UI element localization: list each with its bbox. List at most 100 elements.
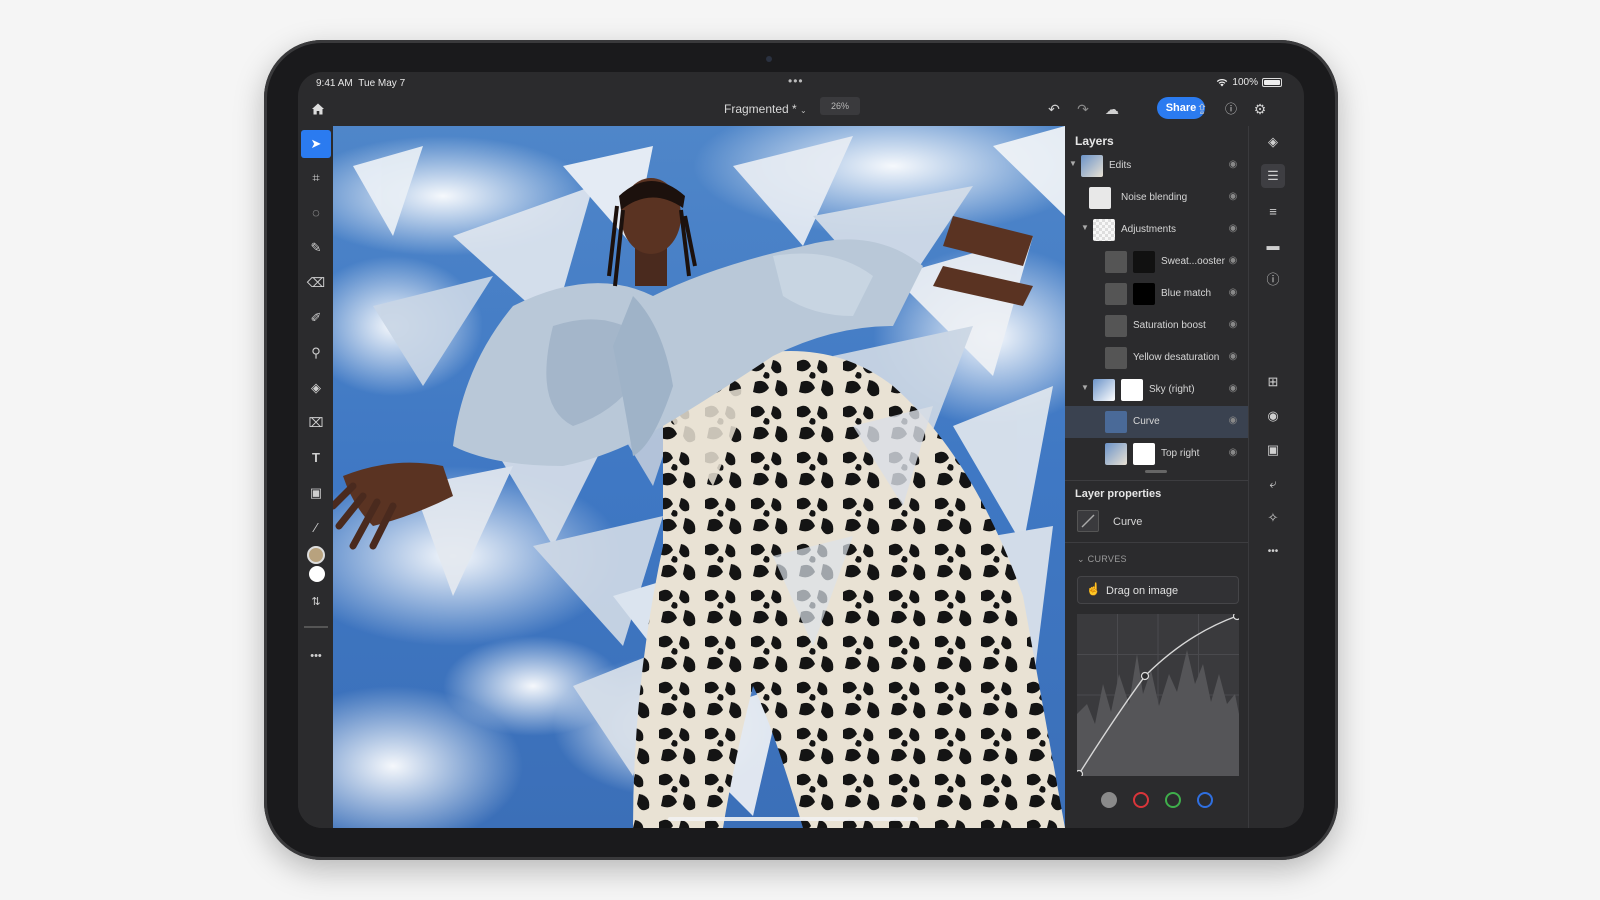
chevron-down-icon[interactable]: ▼ bbox=[1081, 383, 1089, 392]
foreground-color-swatch[interactable] bbox=[307, 546, 325, 564]
eye-icon[interactable]: ◉ bbox=[1226, 222, 1240, 236]
layer-label: Top right bbox=[1161, 448, 1200, 459]
move-tool-icon[interactable]: ➤ bbox=[301, 130, 331, 158]
layer-row-sky-right[interactable]: ▼ Sky (right) ◉ bbox=[1065, 374, 1248, 406]
layer-row-noise-blending[interactable]: Noise blending ◉ bbox=[1065, 182, 1248, 214]
layer-row-curve[interactable]: Curve ◉ bbox=[1065, 406, 1248, 438]
channel-blue-button[interactable] bbox=[1197, 792, 1213, 808]
eye-icon[interactable]: ◉ bbox=[1226, 254, 1240, 268]
undo-icon[interactable]: ↶ bbox=[1043, 98, 1065, 120]
section-divider bbox=[1065, 480, 1248, 481]
brush-tool-icon[interactable]: ✎ bbox=[301, 234, 331, 262]
export-icon[interactable]: ⇪ bbox=[1191, 98, 1213, 120]
clone-stamp-tool-icon[interactable]: ⚲ bbox=[301, 339, 331, 367]
layer-row-adjustments[interactable]: ▼ Adjustments ◉ bbox=[1065, 214, 1248, 246]
targeted-adjustment-icon: ☝ bbox=[1086, 582, 1101, 596]
screen: 9:41 AM Tue May 7 ••• 100% Fragmented * … bbox=[298, 72, 1304, 828]
layer-style-icon[interactable]: ✧ bbox=[1261, 506, 1285, 530]
layer-label: Saturation boost bbox=[1133, 320, 1206, 331]
top-bar: Fragmented * ⌄ 26% ↶ ↷ ☁ Share ⇪ ⓘ ⚙ bbox=[298, 92, 1304, 126]
add-layer-icon[interactable]: ⊞ bbox=[1261, 370, 1285, 394]
zoom-level[interactable]: 26% bbox=[820, 97, 860, 115]
eye-icon[interactable]: ◉ bbox=[1226, 158, 1240, 172]
layers-panel-icon[interactable]: ☰ bbox=[1261, 164, 1285, 188]
right-rail: ◈ ☰ ≡ ▬ ⓘ ⊞ ◉ ▣ ⤶ ✧ ••• bbox=[1248, 126, 1304, 828]
layer-label: Yellow desaturation bbox=[1133, 352, 1220, 363]
eye-icon[interactable]: ◉ bbox=[1226, 382, 1240, 396]
adjustments-sliders-icon[interactable]: ≡ bbox=[1261, 200, 1285, 224]
info-icon[interactable]: ⓘ bbox=[1261, 268, 1285, 292]
curves-graph[interactable] bbox=[1077, 614, 1239, 776]
panel-resize-handle[interactable] bbox=[1145, 470, 1167, 473]
document-title-menu[interactable]: Fragmented * ⌄ bbox=[724, 102, 807, 116]
tools-sidebar: ➤ ⌗ ◌ ✎ ⌫ ✐ ⚲ ◈ ⌧ T ▣ ⁄ ⇅ ••• bbox=[298, 126, 333, 828]
section-divider bbox=[1065, 542, 1248, 543]
layer-row-top-right[interactable]: Top right ◉ bbox=[1065, 438, 1248, 470]
swap-colors-icon[interactable]: ⇅ bbox=[301, 588, 331, 616]
chevron-down-icon[interactable]: ▼ bbox=[1069, 159, 1077, 168]
mask-icon[interactable]: ▣ bbox=[1261, 438, 1285, 462]
layer-thumbnail bbox=[1081, 155, 1103, 177]
layer-row-yellow-desaturation[interactable]: Yellow desaturation ◉ bbox=[1065, 342, 1248, 374]
layer-row-blue-match[interactable]: Blue match ◉ bbox=[1065, 278, 1248, 310]
gear-icon[interactable]: ⚙ bbox=[1249, 98, 1271, 120]
adjustment-thumbnail bbox=[1105, 315, 1127, 337]
layer-properties-title: Layer properties bbox=[1075, 488, 1162, 500]
layers-panel: Layers ▼ Edits ◉ Noise blending ◉ ▼ Adju… bbox=[1065, 126, 1248, 828]
layer-row-saturation-boost[interactable]: Saturation boost ◉ bbox=[1065, 310, 1248, 342]
status-time: 9:41 AM Tue May 7 bbox=[316, 78, 406, 89]
curves-section-toggle[interactable]: ⌄ CURVES bbox=[1077, 554, 1127, 565]
channel-composite-button[interactable] bbox=[1101, 792, 1117, 808]
eye-icon[interactable]: ◉ bbox=[1226, 350, 1240, 364]
background-color-swatch[interactable] bbox=[309, 566, 325, 582]
layer-thumbnail bbox=[1089, 187, 1111, 209]
more-tools-icon[interactable]: ••• bbox=[301, 642, 331, 670]
transform-tool-icon[interactable]: ⌗ bbox=[301, 164, 331, 192]
drag-on-image-label: Drag on image bbox=[1106, 585, 1179, 597]
eye-icon[interactable]: ◉ bbox=[1226, 286, 1240, 300]
home-icon[interactable] bbox=[306, 97, 330, 121]
layer-row-edits[interactable]: ▼ Edits ◉ bbox=[1065, 150, 1248, 182]
status-right: 100% bbox=[1216, 77, 1282, 88]
healing-tool-icon[interactable]: ✐ bbox=[301, 304, 331, 332]
mask-thumbnail bbox=[1121, 379, 1143, 401]
eye-icon[interactable]: ◉ bbox=[1226, 446, 1240, 460]
adjustment-thumbnail bbox=[1105, 251, 1127, 273]
layer-label: Edits bbox=[1109, 160, 1132, 171]
layer-label: Sky (right) bbox=[1149, 384, 1195, 395]
place-image-tool-icon[interactable]: ▣ bbox=[301, 479, 331, 507]
drag-on-image-button[interactable]: ☝ Drag on image bbox=[1077, 576, 1239, 604]
chevron-down-icon[interactable]: ▼ bbox=[1081, 223, 1089, 232]
clip-layer-icon[interactable]: ⤶ bbox=[1261, 472, 1285, 496]
more-options-icon[interactable]: ••• bbox=[1261, 540, 1285, 564]
front-camera bbox=[766, 56, 772, 62]
home-indicator[interactable] bbox=[668, 817, 918, 821]
layer-row-sweatshirt-booster[interactable]: Sweat...ooster ◉ bbox=[1065, 246, 1248, 278]
layer-thumbnail bbox=[1105, 443, 1127, 465]
image-canvas[interactable] bbox=[333, 126, 1065, 828]
toolbar-divider bbox=[304, 626, 328, 628]
eraser-tool-icon[interactable]: ⌫ bbox=[301, 269, 331, 297]
help-icon[interactable]: ⓘ bbox=[1220, 98, 1242, 120]
redo-icon[interactable]: ↷ bbox=[1072, 98, 1094, 120]
crop-tool-icon[interactable]: ⌧ bbox=[301, 409, 331, 437]
adjustment-thumbnail bbox=[1105, 347, 1127, 369]
layer-label: Curve bbox=[1133, 416, 1160, 427]
visibility-icon[interactable]: ◉ bbox=[1261, 404, 1285, 428]
eye-icon[interactable]: ◉ bbox=[1226, 190, 1240, 204]
comment-icon[interactable]: ▬ bbox=[1261, 234, 1285, 258]
eyedropper-tool-icon[interactable]: ⁄ bbox=[301, 514, 331, 542]
layer-thumbnail bbox=[1093, 379, 1115, 401]
chevron-down-icon: ⌄ bbox=[1077, 554, 1085, 564]
multitasking-dots-icon[interactable]: ••• bbox=[788, 74, 804, 88]
layers-icon[interactable]: ◈ bbox=[1261, 130, 1285, 154]
chevron-down-icon: ⌄ bbox=[800, 106, 807, 115]
cloud-sync-icon[interactable]: ☁ bbox=[1101, 98, 1123, 120]
type-tool-icon[interactable]: T bbox=[301, 444, 331, 472]
channel-red-button[interactable] bbox=[1133, 792, 1149, 808]
eye-icon[interactable]: ◉ bbox=[1226, 414, 1240, 428]
paint-bucket-tool-icon[interactable]: ◈ bbox=[301, 374, 331, 402]
lasso-tool-icon[interactable]: ◌ bbox=[301, 199, 331, 227]
channel-green-button[interactable] bbox=[1165, 792, 1181, 808]
eye-icon[interactable]: ◉ bbox=[1226, 318, 1240, 332]
